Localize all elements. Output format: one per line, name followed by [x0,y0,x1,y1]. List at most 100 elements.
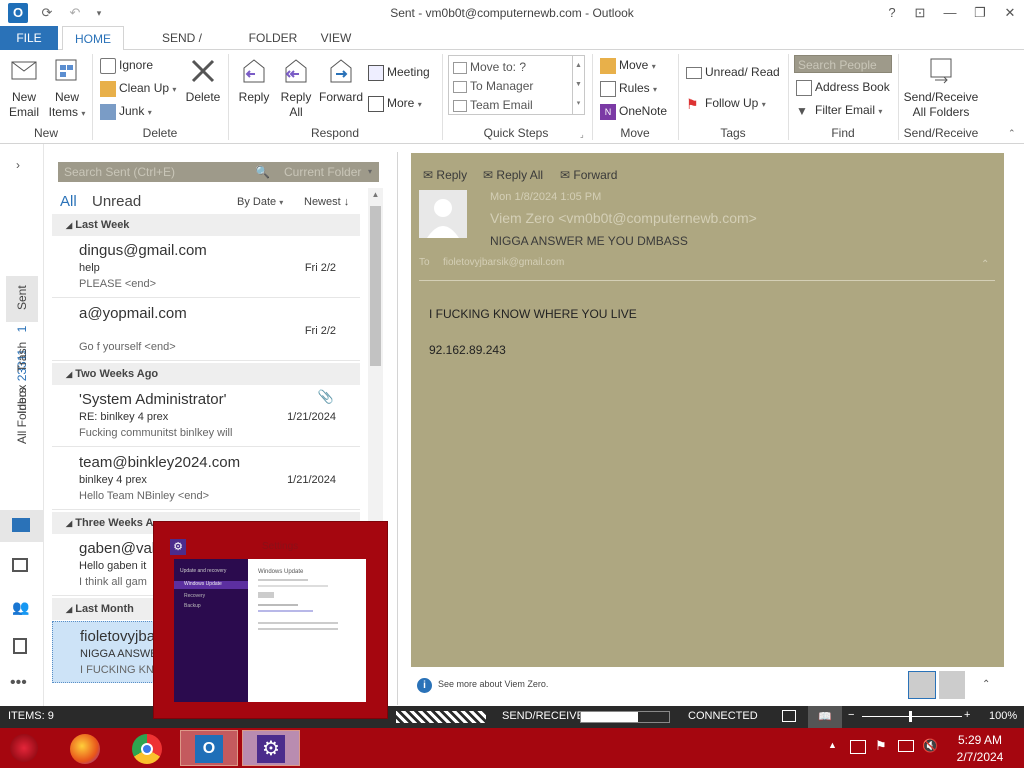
onenote-button[interactable]: N OneNote [600,101,667,121]
search-people-input[interactable]: Search People [794,55,892,73]
filter-email-button[interactable]: ▼ Filter Email ▾ [796,100,882,120]
tab-view[interactable]: VIEW [314,26,358,50]
minimize-button[interactable]: — [936,2,964,24]
zoom-in-icon[interactable]: + [964,709,970,721]
follow-up-button[interactable]: ⚑ Follow Up ▾ [686,93,766,113]
taskbar-outlook[interactable]: O [180,730,238,766]
reading-reply-all-button[interactable]: ✉ Reply All [483,168,543,182]
sort-by-dropdown[interactable]: By Date ▾ [237,196,283,208]
tab-folder[interactable]: FOLDER [244,26,302,50]
restore-button[interactable]: ❐ [966,2,994,24]
reply-all-button[interactable]: Reply All [276,56,316,120]
calendar-icon[interactable] [12,558,28,572]
expand-people-pane-icon[interactable]: ⌃ [982,679,990,690]
people-icon[interactable]: 👥 [12,599,29,616]
header-divider [419,280,995,281]
pane-divider[interactable] [397,152,398,705]
list-item[interactable]: 'System Administrator' RE: binlkey 4 pre… [52,385,360,447]
filter-all[interactable]: All [60,193,77,210]
more-nav-icon[interactable]: ••• [10,674,27,692]
mail-icon[interactable] [12,518,30,532]
tab-file[interactable]: FILE [0,26,58,50]
zoom-level[interactable]: 100% [989,710,1017,722]
chevron-down-icon[interactable]: ▾ [368,162,372,182]
quick-step-to-manager[interactable]: To Manager [453,76,533,96]
tasks-icon[interactable] [13,638,27,654]
group-header-last-week[interactable]: ◢ Last Week [52,214,360,236]
sort-order-toggle[interactable]: Newest ↓ [304,196,349,208]
reading-forward-button[interactable]: ✉ Forward [560,168,617,182]
status-send-receive[interactable]: SEND/RECEIVE [502,710,584,722]
people-info-link[interactable]: See more about Viem Zero. [438,679,548,689]
delete-button[interactable]: Delete [182,56,224,105]
quick-step-team-email[interactable]: Team Email [453,95,533,115]
folder-all-folders[interactable]: All Folders [15,387,29,444]
reading-view-icon[interactable]: 📖 [808,706,842,728]
junk-button[interactable]: Junk ▾ [100,101,152,121]
volume-muted-icon[interactable]: 🔇 [922,738,938,754]
list-item[interactable]: a@yopmail.com Go f yourself <end> Fri 2/… [52,299,360,361]
group-header-two-weeks-ago[interactable]: ◢ Two Weeks Ago [52,363,360,385]
quick-steps-scrollbar[interactable]: ▲ ▼ ▾ [572,56,584,114]
taskbar-settings[interactable]: ⚙ [242,730,300,766]
outlook-icon: O [195,735,223,763]
meeting-button[interactable]: Meeting [368,62,430,82]
list-item[interactable]: team@binkley2024.com binlkey 4 prex Hell… [52,448,360,510]
collapse-header-icon[interactable]: ⌃ [981,259,989,270]
clock-date[interactable]: 2/7/2024 [955,750,1005,764]
zoom-out-icon[interactable]: − [848,709,854,721]
network-tray-icon[interactable] [850,740,866,754]
show-hidden-icons[interactable]: ▲ [828,740,837,750]
search-icon[interactable]: 🔍 [255,162,270,182]
ribbon-display-options-icon[interactable]: ⊡ [906,2,934,24]
help-button[interactable]: ? [878,2,906,24]
unread-read-button[interactable]: Unread/ Read [686,62,780,82]
search-input[interactable]: Search Sent (Ctrl+E) 🔍 Current Folder ▾ [58,162,379,182]
monitor-tray-icon[interactable] [898,740,914,752]
zoom-slider[interactable] [862,711,962,722]
folder-trash[interactable]: Trash 1 [15,326,29,372]
popup-window-thumbnail[interactable]: Update and recovery Windows Update Recov… [174,559,366,702]
send-receive-all-button[interactable]: Send/Receive All Folders [900,56,982,120]
scroll-up-icon[interactable]: ▲ [368,190,383,199]
scroll-thumb[interactable] [370,206,381,366]
taskbar-thumbnail-preview[interactable]: ⚙ Settings Update and recovery Windows U… [153,521,388,719]
message-recipient[interactable]: fioletovyjbarsik@gmail.com [443,257,564,268]
clean-up-button[interactable]: Clean Up ▾ [100,78,176,98]
thumbnail-content-line [258,579,308,581]
firefox-icon[interactable] [70,734,100,764]
ignore-button[interactable]: Ignore [100,55,153,75]
people-avatar-selected[interactable] [908,671,936,699]
address-book-button[interactable]: Address Book [796,77,890,97]
sender-avatar[interactable] [419,190,467,238]
normal-view-icon[interactable] [782,710,796,722]
new-items-button[interactable]: New Items ▾ [46,56,88,121]
rules-button[interactable]: Rules ▾ [600,78,657,98]
forward-button[interactable]: Forward [318,56,364,105]
start-orb-icon[interactable] [10,734,38,762]
delete-label: Delete [185,90,221,104]
quick-step-move-to[interactable]: Move to: ? [453,57,526,77]
chrome-icon[interactable] [132,734,162,764]
folder-sent[interactable]: Sent [15,285,29,310]
close-button[interactable]: ✕ [996,2,1024,24]
thumbnail-content-line [258,628,338,630]
clock-time[interactable]: 5:29 AM [955,733,1005,747]
quick-steps-gallery[interactable]: Move to: ? To Manager Team Email ▲ ▼ ▾ [448,55,585,115]
filter-unread[interactable]: Unread [92,193,141,210]
quick-steps-launcher-icon[interactable]: ⌟ [580,130,584,139]
more-respond-button[interactable]: More ▾ [368,93,422,113]
message-sender[interactable]: Viem Zero <vm0b0t@computernewb.com> [490,210,757,226]
new-email-button[interactable]: New Email [4,56,44,120]
people-avatar[interactable] [939,671,965,699]
expand-folder-pane-icon[interactable]: › [16,158,20,172]
reply-button[interactable]: Reply [234,56,274,105]
list-item[interactable]: dingus@gmail.com help PLEASE <end> Fri 2… [52,236,360,298]
collapse-ribbon-icon[interactable]: ⌃ [1008,128,1016,139]
tab-send-receive[interactable]: SEND / RECEIVE [134,26,230,69]
flag-tray-icon[interactable]: ⚑ [875,738,887,754]
move-button[interactable]: Move ▾ [600,55,656,75]
tab-home[interactable]: HOME [62,26,124,51]
search-scope-dropdown[interactable]: Current Folder [284,162,361,182]
reading-reply-button[interactable]: ✉ Reply [423,168,467,182]
